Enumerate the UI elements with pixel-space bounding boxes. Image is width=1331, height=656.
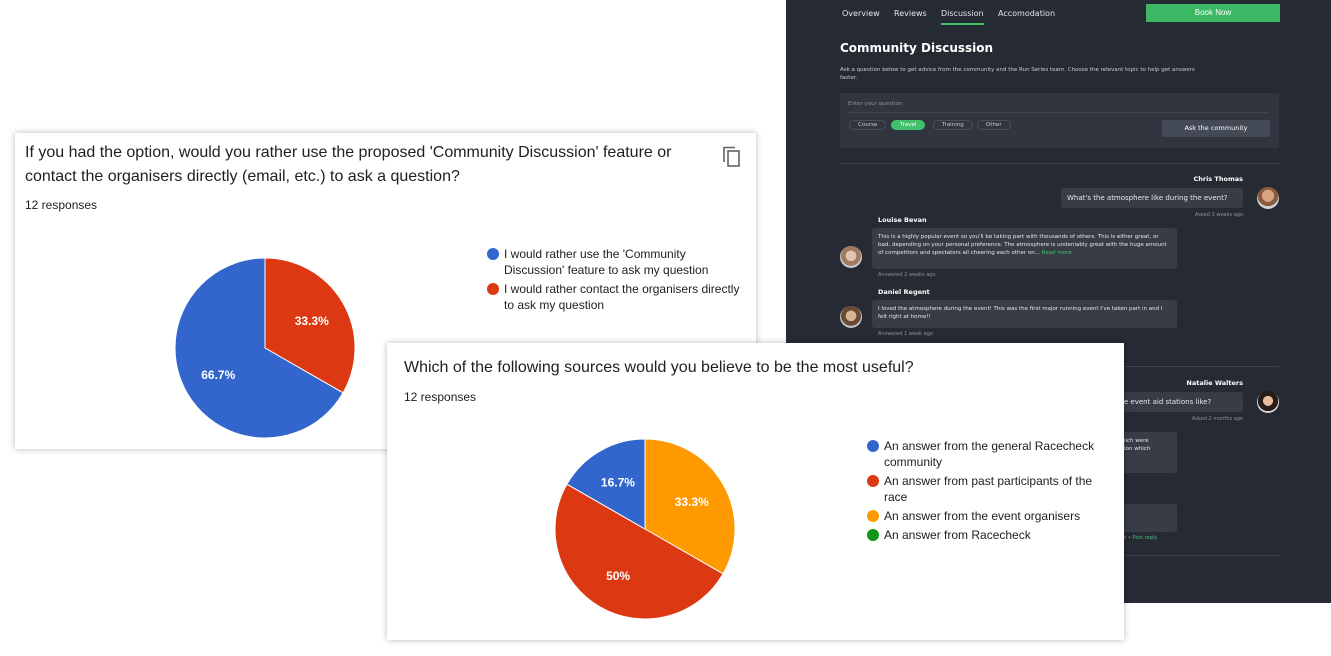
legend-item: An answer from past participants of the …	[867, 473, 1107, 505]
tab-reviews[interactable]: Reviews	[894, 9, 927, 18]
asker-name: Natalie Walters	[1186, 379, 1243, 387]
legend-label: I would rather contact the organisers di…	[504, 282, 740, 312]
tab-overview[interactable]: Overview	[842, 9, 880, 18]
topic-chip-course[interactable]: Course	[849, 120, 887, 130]
legend-label: An answer from past participants of the …	[884, 474, 1093, 504]
ask-question-panel: Enter your question Course Travel Traini…	[840, 93, 1279, 148]
slice-label: 16.7%	[601, 475, 635, 489]
legend-item: An answer from Racecheck	[867, 527, 1107, 543]
legend-label: I would rather use the 'Community Discus…	[504, 247, 709, 277]
topic-chip-training[interactable]: Training	[933, 120, 973, 130]
legend-dot-red	[867, 475, 879, 487]
legend-dot-green	[867, 529, 879, 541]
question-title: Which of the following sources would you…	[404, 359, 914, 376]
legend-item: An answer from the general Racecheck com…	[867, 438, 1107, 470]
asker-name: Chris Thomas	[1193, 175, 1243, 183]
question-title: If you had the option, would you rather …	[25, 144, 672, 185]
pie-chart: 33.3% 66.7%	[174, 257, 356, 439]
legend-label: An answer from the general Racecheck com…	[884, 439, 1095, 469]
top-nav: Overview Reviews Discussion Accomodation…	[786, 0, 1331, 29]
answer-bubble: This is a highly popular event so you'll…	[872, 228, 1177, 269]
page-title: Community Discussion	[840, 41, 994, 55]
slice-label: 33.3%	[675, 495, 709, 509]
legend-dot-blue	[487, 248, 499, 260]
pie-chart: 33.3% 50% 16.7%	[554, 438, 736, 620]
answer-text: This is a highly popular event so you'll…	[878, 234, 1167, 256]
legend-label: An answer from the event organisers	[884, 509, 1081, 523]
question-input[interactable]: Enter your question	[848, 101, 1268, 113]
question-bubble: What's the atmosphere like during the ev…	[1061, 188, 1243, 208]
legend-dot-red	[487, 283, 499, 295]
tab-accomodation[interactable]: Accomodation	[998, 9, 1055, 18]
ask-community-button[interactable]: Ask the community	[1162, 120, 1270, 137]
legend-dot-blue	[867, 440, 879, 452]
avatar	[840, 306, 862, 328]
chart-legend: An answer from the general Racecheck com…	[867, 438, 1107, 546]
legend-dot-orange	[867, 510, 879, 522]
response-count: 12 responses	[404, 390, 477, 404]
legend-label: An answer from Racecheck	[884, 528, 1031, 542]
survey-question-card-2: Which of the following sources would you…	[387, 343, 1124, 640]
avatar	[1257, 187, 1279, 209]
legend-item: An answer from the event organisers	[867, 508, 1107, 524]
tab-discussion[interactable]: Discussion	[941, 9, 984, 25]
slice-label: 50%	[606, 569, 630, 583]
answered-time: Answered 1 week ago	[878, 331, 933, 337]
book-now-button[interactable]: Book Now	[1146, 4, 1280, 22]
slice-label: 33.3%	[295, 314, 329, 328]
asked-time: Asked 3 weeks ago	[1195, 212, 1243, 218]
divider	[840, 163, 1279, 164]
avatar	[840, 246, 862, 268]
post-reply-link[interactable]: Post reply	[1133, 535, 1158, 541]
copy-chart-icon[interactable]	[723, 146, 741, 168]
reply-footer: el • Post reply	[1122, 535, 1158, 541]
answered-time: Answered 2 weeks ago	[878, 272, 936, 278]
read-more-link[interactable]: Read more	[1042, 250, 1072, 256]
asked-time: Asked 2 months ago	[1191, 416, 1243, 422]
answer-bubble: I loved the atmosphere during the event!…	[872, 300, 1177, 328]
answerer-name: Louise Bevan	[878, 216, 927, 224]
legend-item: I would rather use the 'Community Discus…	[487, 246, 747, 278]
topic-chip-travel[interactable]: Travel	[891, 120, 926, 130]
answerer-name: Daniel Regent	[878, 288, 930, 296]
legend-item: I would rather contact the organisers di…	[487, 281, 747, 313]
chart-legend: I would rather use the 'Community Discus…	[487, 246, 747, 316]
avatar	[1257, 391, 1279, 413]
page-description: Ask a question below to get advice from …	[840, 67, 1195, 81]
slice-label: 66.7%	[201, 368, 235, 382]
topic-chip-other[interactable]: Other	[977, 120, 1011, 130]
response-count: 12 responses	[25, 198, 98, 212]
